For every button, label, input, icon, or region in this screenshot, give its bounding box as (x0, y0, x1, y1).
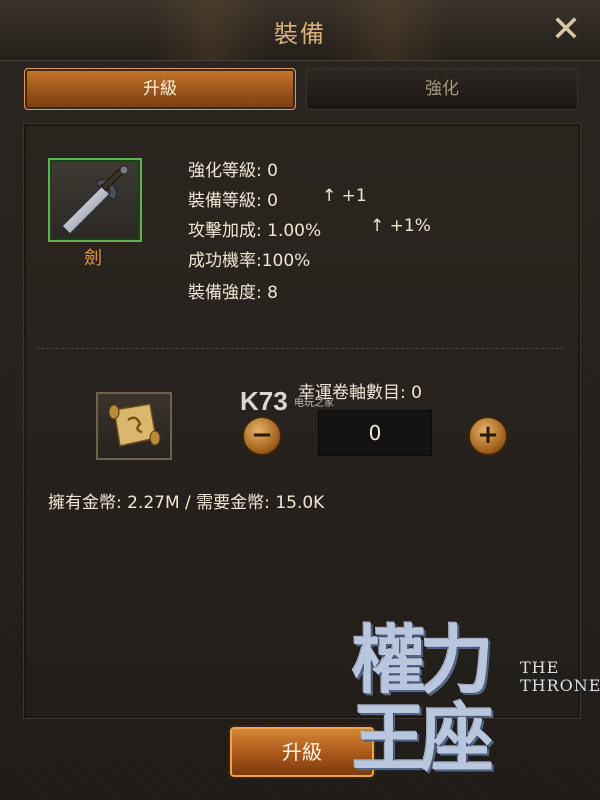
stat-equip-level: 裝備等級: 0 (188, 191, 278, 211)
logo-throne: THRONE (520, 676, 600, 695)
watermark-logo: K73 (240, 386, 288, 416)
sword-icon (60, 165, 129, 236)
stat-attack-bonus: 攻擊加成: 1.00% (188, 221, 322, 241)
logo-title: 權力王座 (352, 618, 494, 782)
minus-button[interactable]: − (242, 416, 282, 456)
logo-the: THE (520, 658, 560, 677)
stat-success-rate: 成功機率:100% (188, 251, 311, 271)
scroll-quantity-input[interactable]: 0 (318, 410, 432, 456)
stat-equip-strength: 裝備強度: 8 (188, 283, 278, 303)
scroll-icon (108, 403, 161, 447)
section-divider (36, 348, 564, 350)
game-logo: 權力王座 THE THRONE (352, 622, 600, 800)
stat-equip-level-increase: ↑ +1 (322, 186, 367, 206)
watermark-subtext: 电玩之家 (294, 398, 334, 409)
item-slot[interactable] (48, 158, 142, 242)
equipment-window: 裝備 ✕ 升級 強化 劍 強化等級: 0 裝備等級: 0 ↑ +1 攻擊加成: … (0, 0, 600, 800)
close-icon[interactable]: ✕ (546, 10, 586, 50)
title-bar: 裝備 ✕ (0, 0, 600, 61)
item-name: 劍 (84, 248, 102, 269)
tab-upgrade[interactable]: 升級 (24, 68, 296, 110)
stat-attack-bonus-increase: ↑ +1% (370, 216, 431, 236)
window-title: 裝備 (274, 20, 326, 48)
tab-enhance[interactable]: 強化 (306, 68, 578, 110)
plus-button[interactable]: + (468, 416, 508, 456)
scroll-slot[interactable] (96, 392, 172, 460)
gold-status: 擁有金幣: 2.27M / 需要金幣: 15.0K (48, 493, 325, 513)
stat-enhance-level: 強化等級: 0 (188, 161, 278, 181)
